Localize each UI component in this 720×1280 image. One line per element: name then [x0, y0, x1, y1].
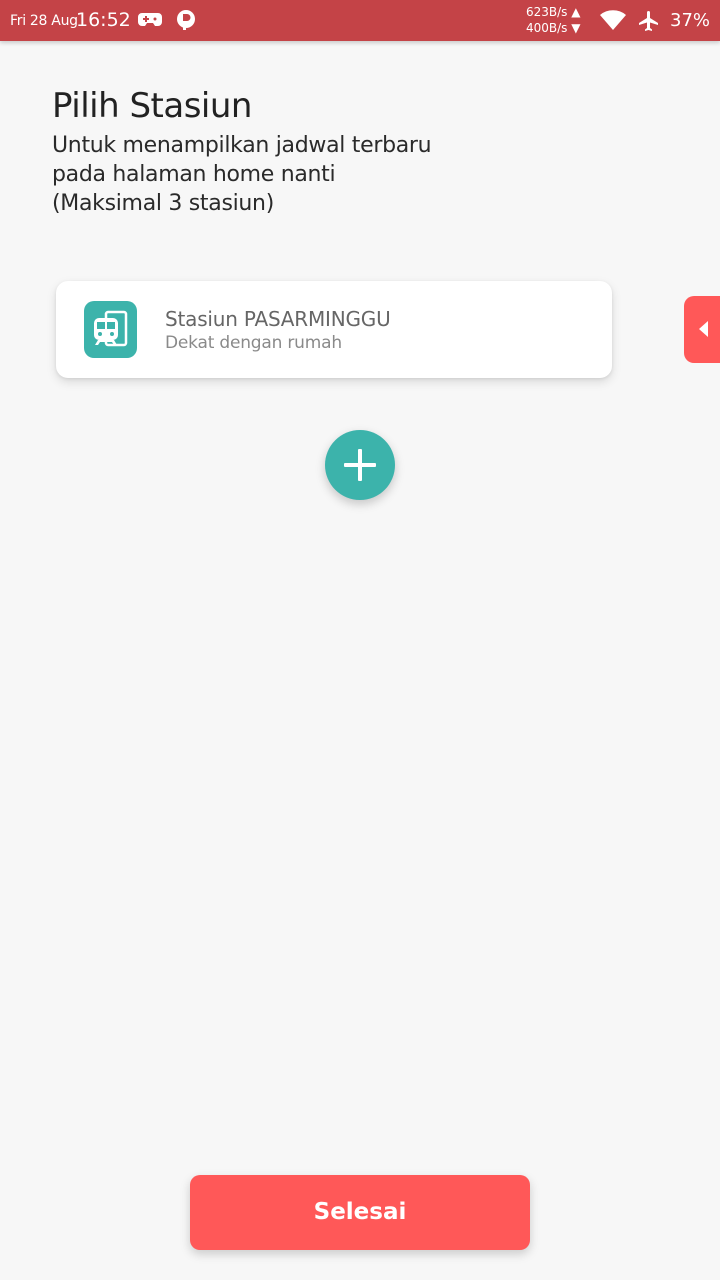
page-title: Pilih Stasiun [52, 86, 252, 126]
p-icon [176, 9, 196, 31]
status-date: Fri 28 Aug [10, 13, 78, 29]
subtitle-line: (Maksimal 3 stasiun) [52, 191, 274, 216]
network-speed: 623B/s ▲ 400B/s ▼ [526, 4, 586, 36]
download-arrow-icon: ▼ [571, 21, 581, 35]
plus-icon [344, 449, 376, 481]
station-note: Dekat dengan rumah [165, 333, 342, 353]
page-subtitle: Untuk menampilkan jadwal terbaru pada ha… [52, 131, 512, 218]
train-station-icon [84, 301, 137, 358]
upload-arrow-icon: ▲ [571, 5, 581, 19]
wifi-icon [599, 10, 627, 31]
side-drawer-tab[interactable] [684, 296, 720, 363]
download-speed: 400B/s [526, 21, 568, 35]
status-time: 16:52 [76, 9, 131, 31]
upload-speed: 623B/s [526, 5, 568, 19]
subtitle-line: pada halaman home nanti [52, 162, 336, 187]
caret-left-icon [699, 321, 708, 337]
subtitle-line: Untuk menampilkan jadwal terbaru [52, 133, 432, 158]
station-card[interactable]: Stasiun PASARMINGGU Dekat dengan rumah [56, 281, 612, 378]
done-button[interactable]: Selesai [190, 1175, 530, 1250]
add-station-button[interactable] [325, 430, 395, 500]
app-screen: Fri 28 Aug 16:52 623B/s ▲ 400B/s ▼ 37% P… [0, 0, 720, 1280]
battery-level: 37% [670, 10, 711, 31]
station-name: Stasiun PASARMINGGU [165, 307, 391, 331]
status-bar: Fri 28 Aug 16:52 623B/s ▲ 400B/s ▼ 37% [0, 0, 720, 41]
gamepad-icon [138, 11, 162, 29]
airplane-mode-icon [637, 9, 661, 33]
